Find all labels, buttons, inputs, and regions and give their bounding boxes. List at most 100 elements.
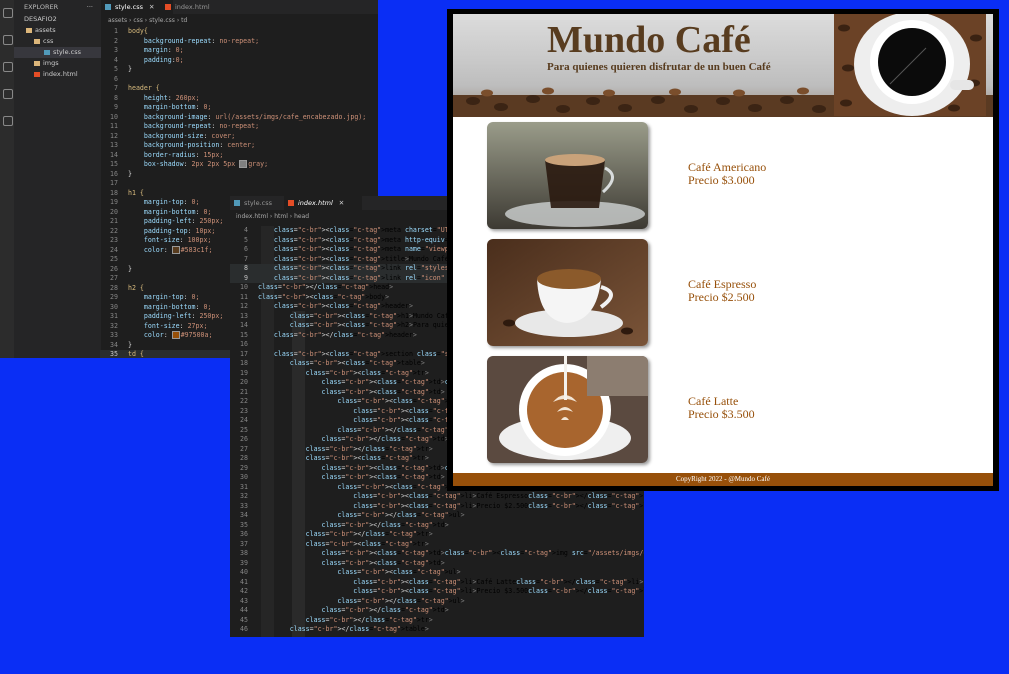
extensions-icon[interactable] (3, 116, 13, 126)
line-number: 4 (114, 55, 118, 64)
close-icon[interactable]: ✕ (339, 199, 344, 207)
code-line[interactable]: 35 class="c-br"></class="c-tag">td> (230, 521, 644, 531)
code-text: font-size: 27px; (143, 321, 208, 330)
americano-photo (487, 122, 648, 229)
line-number: 22 (240, 397, 248, 405)
tree-item-imgs[interactable]: imgs (14, 58, 101, 69)
tab-label: index.html (175, 3, 210, 11)
coffee-cup-image (834, 14, 986, 116)
code-line[interactable]: 12 background-size: cover; (100, 132, 366, 142)
code-text: class="c-br"><class="c-tag">li>Precio $3… (353, 587, 644, 595)
code-line[interactable]: 46 class="c-br"></class="c-tag">table> (230, 625, 644, 635)
product-price: Precio $3.500 (688, 407, 755, 421)
line-number: 30 (240, 473, 248, 481)
tree-item-assets[interactable]: assets (14, 25, 101, 36)
code-line[interactable]: 7 header { (100, 84, 366, 94)
code-line[interactable]: 40 class="c-br"><class="c-tag">ul> (230, 568, 644, 578)
line-number: 32 (240, 492, 248, 500)
code-line[interactable]: 41 class="c-br"><class="c-tag">li>Café L… (230, 578, 644, 588)
code-text: class="c-br"><class="c-tag">td> (321, 387, 445, 396)
tab-index-html[interactable]: index.html (161, 0, 235, 14)
tree-item-index-html[interactable]: index.html (14, 69, 101, 80)
line-number: 21 (110, 217, 118, 225)
code-line[interactable]: 44 class="c-br"></class="c-tag">td> (230, 606, 644, 616)
code-text: body{ (128, 27, 148, 35)
tree-item-css[interactable]: css (14, 36, 101, 47)
product-image-espresso (487, 239, 648, 346)
tree-label: css (43, 37, 54, 45)
code-line[interactable]: 45 class="c-br"></class="c-tag">tr> (230, 616, 644, 626)
tab-index-html[interactable]: index.html ✕ (284, 196, 362, 210)
code-line[interactable]: 9 margin-bottom: 0; (100, 103, 366, 113)
breadcrumb[interactable]: index.html › html › head (236, 212, 309, 222)
tree-item-desafio2[interactable]: DESAFIO2 (14, 14, 101, 25)
css-file-icon (234, 200, 240, 206)
code-text: margin: 0; (143, 46, 184, 54)
line-number: 21 (240, 387, 248, 396)
code-line[interactable]: 3 margin: 0; (100, 46, 366, 56)
line-number: 38 (240, 549, 248, 557)
code-text: margin-bottom: 0; (143, 207, 212, 216)
code-line[interactable]: 16} (100, 170, 366, 180)
code-text: } (128, 340, 132, 349)
line-number: 6 (244, 245, 248, 253)
code-line[interactable]: 32 class="c-br"><class="c-tag">li>Café E… (230, 492, 644, 502)
code-line[interactable]: 1 body{ (100, 27, 366, 37)
more-actions-icon[interactable]: ··· (87, 0, 93, 14)
code-line[interactable]: 42 class="c-br"><class="c-tag">li>Precio… (230, 587, 644, 597)
code-line[interactable]: 11 background-repeat: no-repeat; (100, 122, 366, 132)
code-line[interactable]: 34 class="c-br"></class="c-tag">ul> (230, 511, 644, 521)
breadcrumb[interactable]: assets › css › style.css › td (108, 16, 187, 26)
code-text: } (128, 169, 132, 178)
editor-tabs: style.css ✕ index.html (101, 0, 378, 14)
code-text: class="c-br"><class="c-tag">table> (289, 359, 425, 367)
code-line[interactable]: 2 background-repeat: no-repeat; (100, 37, 366, 47)
line-number: 35 (240, 520, 248, 529)
code-line[interactable]: 14 border-radius: 15px; (100, 151, 366, 161)
code-line[interactable]: 37 class="c-br"><class="c-tag">tr> (230, 540, 644, 550)
code-line[interactable]: 10 background-image: url(/assets/imgs/ca… (100, 113, 366, 123)
line-number: 12 (240, 302, 248, 310)
code-text: class="c-br"></class="c-tag">head> (258, 283, 394, 291)
latte-photo (487, 356, 648, 463)
code-line[interactable]: 6 (100, 75, 366, 85)
product-info-americano: Café Americano Precio $3.000 (688, 161, 766, 187)
code-line[interactable]: 33 class="c-br"><class="c-tag">li>Precio… (230, 502, 644, 512)
code-text: margin-top: 0; (143, 293, 200, 301)
line-number: 46 (240, 625, 248, 633)
files-icon[interactable] (3, 8, 13, 18)
code-text: height: 260px; (143, 93, 200, 102)
code-line[interactable]: 15 box-shadow: 2px 2px 5px gray; (100, 160, 366, 170)
line-number: 28 (240, 454, 248, 462)
tree-label: index.html (43, 70, 78, 78)
product-price: Precio $3.000 (688, 173, 755, 187)
code-text: class="c-br"></class="c-tag">ul> (337, 596, 465, 605)
code-line[interactable]: 43 class="c-br"></class="c-tag">ul> (230, 597, 644, 607)
code-line[interactable]: 13 background-position: center; (100, 141, 366, 151)
line-number: 32 (110, 321, 118, 330)
run-debug-icon[interactable] (3, 89, 13, 99)
code-line[interactable]: 38 class="c-br"><class="c-tag">td>class=… (230, 549, 644, 559)
line-number: 22 (110, 226, 118, 235)
source-control-icon[interactable] (3, 62, 13, 72)
line-number: 27 (240, 444, 248, 453)
code-line[interactable]: 8 height: 260px; (100, 94, 366, 104)
code-line[interactable]: 39 class="c-br"><class="c-tag">td> (230, 559, 644, 569)
site-subtitle: Para quienes quieren disfrutar de un bue… (547, 61, 771, 73)
line-number: 16 (110, 169, 118, 178)
code-line[interactable]: 4 padding:0; (100, 56, 366, 66)
search-icon[interactable] (3, 35, 13, 45)
code-text: class="c-br"></class="c-tag">td> (321, 520, 449, 529)
activity-bar (0, 0, 14, 358)
code-line[interactable]: 36 class="c-br"></class="c-tag">tr> (230, 530, 644, 540)
css-file-icon (44, 49, 50, 55)
code-text: class="c-br"><class="c-tag">tr> (305, 368, 429, 377)
tree-item-style-css[interactable]: style.css (14, 47, 101, 58)
site-title: Mundo Café (547, 19, 751, 61)
code-text: color: #97500a; (143, 331, 213, 339)
code-line[interactable]: 5} (100, 65, 366, 75)
close-icon[interactable]: ✕ (149, 3, 154, 11)
line-number: 20 (240, 378, 248, 386)
line-number: 37 (240, 539, 248, 548)
code-line[interactable]: 17 (100, 179, 366, 189)
